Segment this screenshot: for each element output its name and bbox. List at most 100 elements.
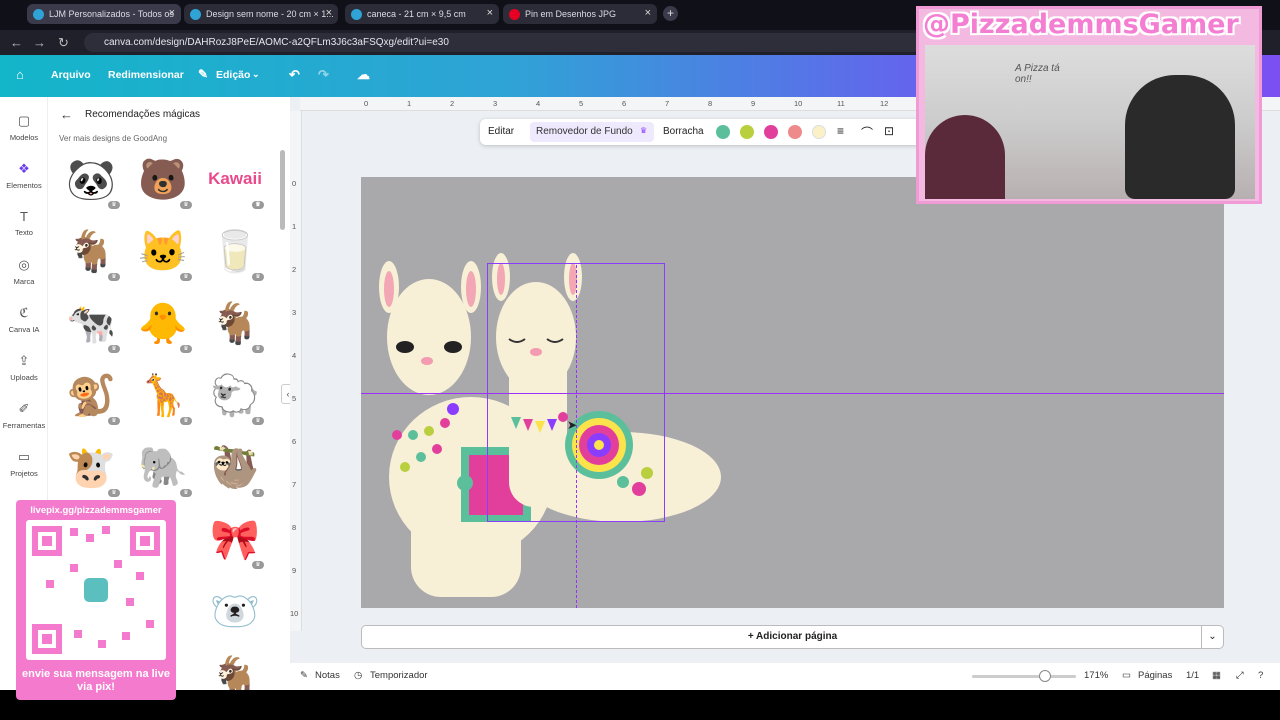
- crown-icon: ♛: [108, 201, 120, 209]
- panda-element[interactable]: 🐼 ♛: [58, 147, 124, 211]
- timer-icon[interactable]: ◷: [354, 670, 362, 681]
- help-icon[interactable]: ?: [1258, 670, 1263, 681]
- canva-favicon-icon: [33, 8, 44, 20]
- rail-item-elements[interactable]: ❖ Elementos: [0, 161, 48, 190]
- browser-tab[interactable]: caneca - 21 cm × 9,5 cm ×: [345, 4, 499, 24]
- sloth-element[interactable]: 🦥 ♛: [202, 435, 268, 499]
- zoom-slider[interactable]: [972, 675, 1076, 678]
- back-icon[interactable]: ←: [10, 35, 23, 50]
- wall-sign: A Pizza tá on!!: [1015, 63, 1060, 85]
- crown-icon: ♛: [252, 561, 264, 569]
- rail-item-templates[interactable]: ▢ Modelos: [0, 113, 48, 142]
- chevron-down-icon[interactable]: ⌄: [1201, 626, 1223, 648]
- grid-view-icon[interactable]: ▦: [1212, 670, 1221, 681]
- ruler-label: 9: [751, 99, 756, 108]
- crown-icon: ♛: [180, 201, 192, 209]
- home-icon[interactable]: ⌂: [16, 67, 24, 82]
- file-menu[interactable]: Arquivo: [51, 69, 91, 81]
- rail-item-text[interactable]: T Texto: [0, 209, 48, 237]
- close-tab-icon[interactable]: ×: [169, 7, 175, 19]
- ruler-label: 8: [708, 99, 713, 108]
- color-swatch[interactable]: [812, 125, 826, 139]
- giraffe-element[interactable]: 🦒 ♛: [130, 363, 196, 427]
- color-swatch[interactable]: [740, 125, 754, 139]
- kawaii-text-element[interactable]: Kawaii ♛: [202, 147, 268, 211]
- ruler-label: 2: [450, 99, 455, 108]
- crown-icon: ♛: [180, 345, 192, 353]
- goat-element[interactable]: 🐐 ♛: [58, 219, 124, 283]
- milk-box-element[interactable]: 🥛 ♛: [202, 219, 268, 283]
- fullscreen-icon[interactable]: ⤢: [1236, 670, 1244, 681]
- crown-icon: ♛: [180, 417, 192, 425]
- rail-item-brand[interactable]: ◎ Marca: [0, 257, 48, 286]
- panel-subtitle[interactable]: Ver mais designs de GoodAng: [59, 134, 167, 143]
- ruler-label: 0: [364, 99, 369, 108]
- add-page-label: + Adicionar página: [747, 631, 838, 642]
- resize-button[interactable]: Redimensionar: [108, 69, 184, 81]
- farm-group-element[interactable]: 🐮 ♛: [58, 435, 124, 499]
- browser-tab[interactable]: LJM Personalizados - Todos os ×: [27, 4, 181, 24]
- reload-icon[interactable]: ↻: [58, 35, 69, 51]
- rail-item-tools[interactable]: ✐ Ferramentas: [0, 401, 48, 430]
- monkey-element[interactable]: 🐒 ♛: [58, 363, 124, 427]
- notes-icon[interactable]: ✎: [300, 670, 308, 681]
- crop-icon[interactable]: ⊡: [884, 124, 894, 138]
- rail-item-uploads[interactable]: ⇪ Uploads: [0, 353, 48, 382]
- edit-menu[interactable]: Edição: [216, 69, 250, 81]
- eraser-button[interactable]: Borracha: [663, 126, 704, 137]
- fence-element[interactable]: 🐐 ♛: [202, 291, 268, 355]
- crown-icon: ♛: [108, 345, 120, 353]
- color-swatch[interactable]: [716, 125, 730, 139]
- color-swatch[interactable]: [788, 125, 802, 139]
- color-swatch[interactable]: [764, 125, 778, 139]
- rail-label: Canva IA: [8, 325, 40, 334]
- ruler-label: 0: [292, 179, 297, 188]
- close-tab-icon[interactable]: ×: [645, 7, 651, 19]
- elephant-element[interactable]: 🐘 ♛: [130, 435, 196, 499]
- corner-rounding-icon[interactable]: ⌒: [861, 124, 873, 141]
- bear-element[interactable]: 🐻‍❄️: [202, 579, 268, 643]
- crown-icon: ♛: [108, 417, 120, 425]
- folder-icon: ▭: [17, 449, 31, 464]
- ruler-label: 8: [292, 523, 297, 532]
- redo-icon[interactable]: ↷: [318, 67, 329, 83]
- tab-label: Pin em Desenhos JPG: [525, 9, 617, 19]
- new-tab-icon[interactable]: +: [663, 6, 678, 21]
- pencil-icon: ✎: [198, 67, 209, 81]
- zoom-value[interactable]: 171%: [1084, 670, 1108, 681]
- close-tab-icon[interactable]: ×: [326, 7, 332, 19]
- chevron-down-icon[interactable]: ⌄: [252, 69, 260, 80]
- panel-scrollbar[interactable]: [280, 150, 285, 230]
- url-field[interactable]: canva.com/design/DAHRozJ8PeE/AOMC-a2QFLm…: [84, 33, 924, 52]
- cat-element[interactable]: 🐱 ♛: [130, 219, 196, 283]
- rail-item-ai[interactable]: ℭ Canva IA: [0, 305, 48, 334]
- notes-button[interactable]: Notas: [315, 670, 340, 681]
- farm-silhouette-element[interactable]: 🐄 ♛: [58, 291, 124, 355]
- selected-element-box[interactable]: [487, 263, 665, 522]
- crown-icon: ♛: [252, 345, 264, 353]
- pages-button[interactable]: Páginas: [1138, 670, 1172, 681]
- wombat-element[interactable]: 🐻 ♛: [130, 147, 196, 211]
- browser-tab[interactable]: Design sem nome - 20 cm × 1... ×: [184, 4, 338, 24]
- back-arrow-icon[interactable]: ←: [60, 107, 73, 122]
- crown-icon: ♛: [180, 489, 192, 497]
- edit-image-button[interactable]: Editar: [488, 126, 514, 137]
- zoom-slider-handle[interactable]: [1039, 670, 1051, 682]
- rail-item-projects[interactable]: ▭ Projetos: [0, 449, 48, 478]
- chick-element[interactable]: 🐥 ♛: [130, 291, 196, 355]
- timer-button[interactable]: Temporizador: [370, 670, 428, 681]
- add-page-button[interactable]: + Adicionar página ⌄: [361, 625, 1224, 649]
- pages-icon[interactable]: ▭: [1122, 670, 1131, 681]
- undo-icon[interactable]: ↶: [289, 67, 300, 83]
- browser-tab[interactable]: Pin em Desenhos JPG ×: [503, 4, 657, 24]
- bow-element[interactable]: 🎀 ♛: [202, 507, 268, 571]
- forward-icon[interactable]: →: [33, 35, 46, 50]
- ruler-label: 7: [665, 99, 670, 108]
- cloud-save-icon[interactable]: ☁: [357, 67, 370, 83]
- text-icon: T: [20, 209, 28, 224]
- close-tab-icon[interactable]: ×: [487, 7, 493, 19]
- editor-footer: ✎ Notas ◷ Temporizador 171% ▭ Páginas 1/…: [290, 663, 1280, 690]
- bg-remover-button[interactable]: Removedor de Fundo: [536, 126, 633, 137]
- farm-animals-element[interactable]: 🐑 ♛: [202, 363, 268, 427]
- line-weight-icon[interactable]: ≡: [837, 124, 844, 138]
